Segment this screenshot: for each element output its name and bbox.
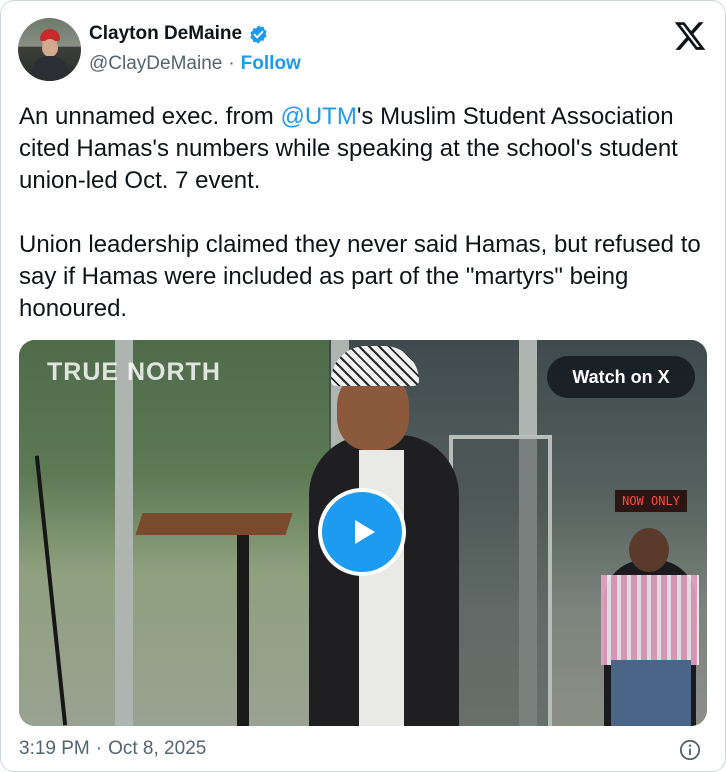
avatar[interactable] (18, 18, 81, 81)
tweet-paragraph-1: An unnamed exec. from @UTM's Muslim Stud… (19, 101, 709, 197)
author-name[interactable]: Clayton DeMaine (89, 23, 242, 45)
tweet-date[interactable]: Oct 8, 2025 (108, 738, 206, 760)
tweet-card: Clayton DeMaine @ClayDeMaine · Follow An… (0, 0, 726, 772)
tweet-text-part: An unnamed exec. from (19, 103, 281, 130)
author-handle-row: @ClayDeMaine · Follow (89, 53, 301, 75)
lectern-pole (237, 535, 249, 726)
follow-button[interactable]: Follow (241, 53, 301, 75)
handle-separator: · (228, 53, 235, 74)
author-name-row: Clayton DeMaine (89, 23, 269, 45)
tweet-text: An unnamed exec. from @UTM's Muslim Stud… (19, 101, 709, 325)
store-sign: NOW ONLY (615, 490, 687, 512)
bystander-head (629, 528, 669, 572)
watch-on-x-button[interactable]: Watch on X (547, 356, 695, 398)
play-button[interactable] (318, 488, 406, 576)
avatar-face (42, 39, 58, 57)
info-icon[interactable] (679, 739, 701, 761)
tweet-timestamp[interactable]: 3:19 PM · Oct 8, 2025 (19, 738, 206, 760)
bystander-jeans (611, 660, 691, 726)
verified-badge-icon (250, 24, 267, 44)
video-watermark: TRUE NORTH (47, 358, 221, 386)
bystander-scarf (601, 575, 699, 665)
timestamp-separator: · (95, 738, 103, 759)
author-handle[interactable]: @ClayDeMaine (89, 53, 222, 75)
x-logo-icon[interactable] (673, 19, 707, 53)
glass-pillar (115, 340, 133, 726)
tweet-paragraph-2: Union leadership claimed they never said… (19, 231, 701, 322)
video-media[interactable]: NOW ONLY TRUE NORTH Watch on X (19, 340, 707, 726)
lectern (135, 513, 293, 535)
avatar-body (32, 56, 68, 81)
play-icon (355, 520, 375, 544)
mention-link[interactable]: @UTM (280, 103, 356, 130)
tweet-time[interactable]: 3:19 PM (19, 738, 90, 760)
glass-door (449, 435, 552, 726)
